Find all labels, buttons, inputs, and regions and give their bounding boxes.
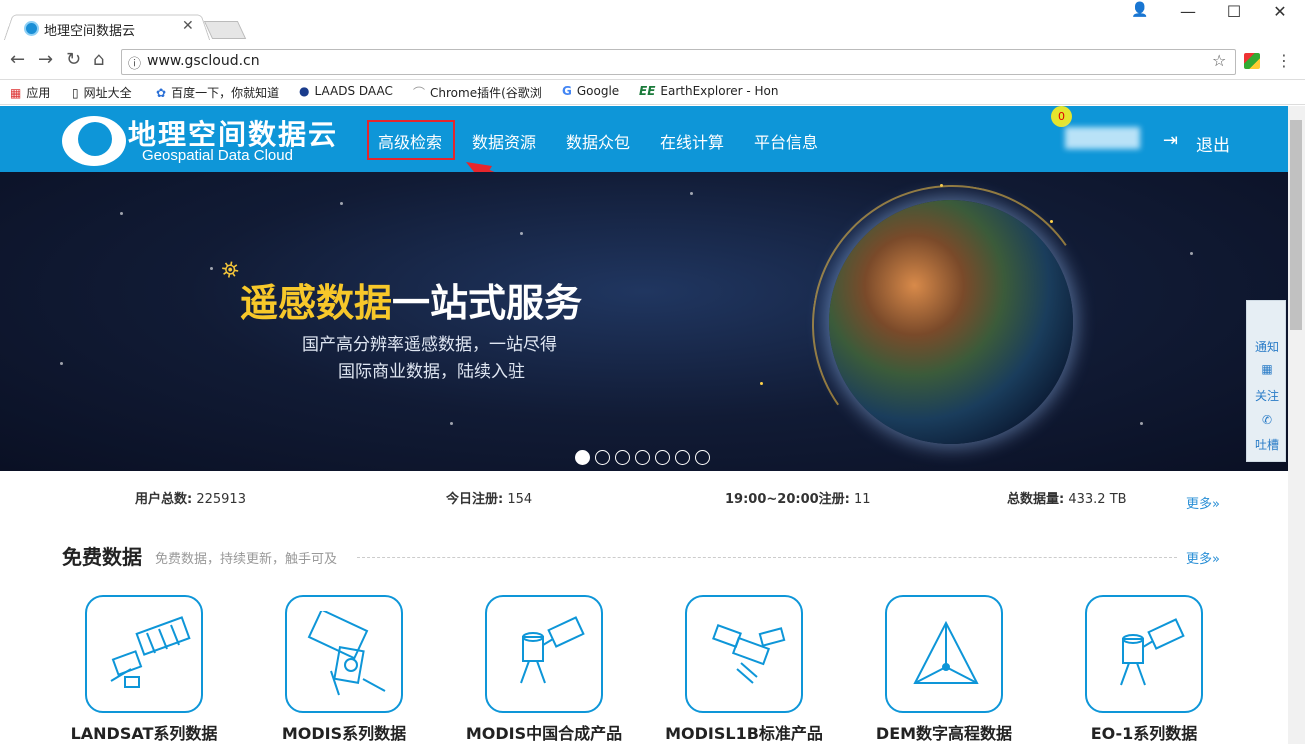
apps-grid-icon: ▦ [10,86,22,100]
side-follow[interactable]: 关注 [1252,387,1282,404]
hero-banner[interactable] [0,172,1288,471]
modis-china-satellite-icon [520,616,585,684]
earth-image [829,200,1073,444]
landsat-satellite-icon [110,616,191,688]
earthexplorer-icon: EE [639,84,656,98]
banner-subline-1: 国产高分辨率遥感数据，一站尽得 [302,335,557,355]
product-label-modis-china[interactable]: MODIS中国合成产品 [444,720,644,744]
scrollbar-thumb[interactable] [1290,120,1302,330]
bookmark-3[interactable]: ● LAADS DAAC [299,84,393,98]
product-label-landsat[interactable]: LANDSAT系列数据 [44,720,244,744]
carousel-dot-7[interactable] [695,450,710,465]
stats-more-link[interactable]: 更多» [1186,493,1220,512]
reload-icon[interactable]: ↻ [66,49,81,70]
highlight-box [367,120,455,160]
modisl1b-satellite-icon [712,624,786,684]
bookmark-2[interactable]: ✿ 百度一下，你就知道 [156,84,279,101]
product-card-dem[interactable] [885,595,1003,713]
bookmark-1[interactable]: ▯ 网址大全 [72,84,132,101]
back-icon[interactable]: ← [10,49,25,70]
logo-subtitle: Geospatial Data Cloud [142,147,293,164]
stat-today: 今日注册: 154 [446,492,533,507]
product-card-eo1[interactable] [1085,595,1203,713]
minimize-button[interactable]: — [1168,2,1208,21]
carousel-dot-3[interactable] [615,450,630,465]
bookmark-4[interactable]: ⌒ Chrome插件(谷歌浏 [413,84,542,101]
modis-satellite-icon [307,611,386,696]
notification-badge[interactable]: 0 [1051,106,1072,127]
carousel-dot-1[interactable] [575,450,590,465]
info-icon[interactable]: ⓘ [128,53,141,72]
nav-data-resources[interactable]: 数据资源 [472,129,536,153]
nav-online-compute[interactable]: 在线计算 [660,129,724,153]
carousel-dot-6[interactable] [675,450,690,465]
carousel-dot-2[interactable] [595,450,610,465]
banner-subline-2: 国际商业数据，陆续入驻 [338,362,525,382]
chrome-plugin-icon: ⌒ [413,86,426,100]
extension-icon[interactable] [1244,53,1260,69]
dem-pyramid-icon [913,620,979,684]
section-subtitle: 免费数据，持续更新，触手可及 [155,552,338,567]
product-label-modisl1b[interactable]: MODISL1B标准产品 [644,720,844,744]
carousel-dot-5[interactable] [655,450,670,465]
eo1-satellite-icon [1120,618,1185,686]
user-name-blurred[interactable] [1065,127,1140,149]
nasa-icon: ● [299,84,310,98]
bookmark-6[interactable]: EE EarthExplorer - Hon [639,84,778,98]
maximize-button[interactable]: ☐ [1214,2,1254,21]
qr-icon[interactable]: ▦ [1252,362,1282,376]
profile-icon[interactable]: 👤 [1120,2,1160,18]
star-icon[interactable]: ☆ [1212,51,1226,70]
home-icon[interactable]: ⌂ [93,49,104,70]
side-complain[interactable]: 吐槽 [1252,436,1282,453]
tab-close-icon[interactable]: ✕ [182,18,194,34]
product-label-modis[interactable]: MODIS系列数据 [244,720,444,744]
stat-hour: 19:00~20:00注册: 11 [725,492,871,507]
menu-icon[interactable]: ⋮ [1276,51,1292,70]
url-text[interactable]: www.gscloud.cn [147,53,260,69]
nav-platform-info[interactable]: 平台信息 [754,129,818,153]
logo-globe-icon [78,122,112,156]
product-label-dem[interactable]: DEM数字高程数据 [844,720,1044,744]
google-icon: G [562,84,572,98]
tab-title[interactable]: 地理空间数据云 [44,20,135,39]
close-window-button[interactable]: ✕ [1260,2,1300,21]
logout-link[interactable]: 退出 [1196,131,1230,156]
address-bar[interactable] [121,49,1236,75]
baidu-paw-icon: ✿ [156,86,167,100]
logout-icon[interactable]: ⇥ [1163,130,1178,151]
product-card-landsat[interactable] [85,595,203,713]
banner-headline: 遥感数据一站式服务 [240,281,583,325]
section-title: 免费数据 [62,545,142,569]
site-favicon-icon [24,21,39,36]
carousel-dot-4[interactable] [635,450,650,465]
page-icon: ▯ [72,86,79,100]
product-card-modisl1b[interactable] [685,595,803,713]
bookmark-apps[interactable]: ▦ 应用 [10,84,50,101]
bookmark-5[interactable]: G Google [562,84,619,98]
product-card-modis[interactable] [285,595,403,713]
stat-users: 用户总数: 225913 [135,492,246,507]
stat-data: 总数据量: 433.2 TB [1007,492,1127,507]
section-divider [357,557,1177,558]
nav-crowdsourcing[interactable]: 数据众包 [566,129,630,153]
phone-icon[interactable]: ✆ [1252,413,1282,427]
section-more-link[interactable]: 更多» [1186,548,1220,567]
side-notice[interactable]: 通知 [1252,338,1282,355]
forward-icon[interactable]: → [38,49,53,70]
product-label-eo1[interactable]: EO-1系列数据 [1044,720,1244,744]
product-card-modis-china[interactable] [485,595,603,713]
